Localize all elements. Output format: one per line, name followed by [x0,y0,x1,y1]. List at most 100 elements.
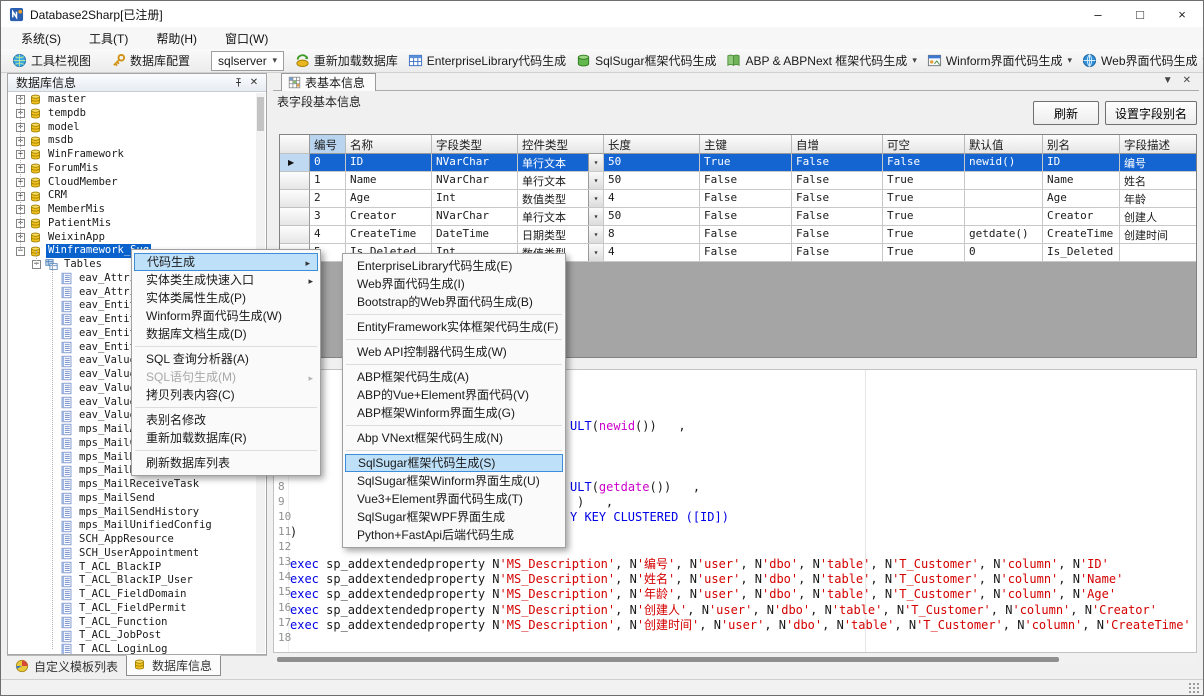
grid-column-header[interactable]: 字段描述 [1120,135,1197,154]
grid-cell[interactable]: False [700,190,792,208]
tree-node[interactable]: mps_MailSend [8,492,256,506]
grid-row[interactable]: 3CreatorNVarChar单行文本▾50FalseFalseTrueCre… [280,208,1196,226]
grid-cell[interactable]: 4 [604,190,700,208]
menubar-item-2[interactable]: 帮助(H) [142,27,211,50]
code-gen-submenu-item-8[interactable]: ABP框架代码生成(A) [343,368,565,386]
grid-cell[interactable]: 数值类型▾ [518,190,604,208]
tree-node[interactable]: +CloudMember [8,176,256,190]
code-gen-submenu-item-10[interactable]: ABP框架Winform界面生成(G) [343,404,565,422]
grid-cell[interactable] [1120,244,1197,262]
grid-cell[interactable]: NVarChar [432,172,518,190]
grid-cell[interactable]: 0 [965,244,1043,262]
grid-cell[interactable]: False [700,208,792,226]
tree-node[interactable]: +model [8,121,256,135]
tree-node[interactable]: +WinFramework [8,148,256,162]
grid-cell[interactable]: False [792,154,883,172]
grid-row[interactable]: 2AgeInt数值类型▾4FalseFalseTrueAge年龄 [280,190,1196,208]
grid-row[interactable]: 1NameNVarChar单行文本▾50FalseFalseTrueName姓名 [280,172,1196,190]
grid-cell[interactable]: Int [432,190,518,208]
combobox-dropdown-icon[interactable]: ▾ [588,208,603,225]
code-gen-submenu-item-17[interactable]: SqlSugar框架WPF界面生成 [343,508,565,526]
grid-cell[interactable]: 创建时间 [1120,226,1197,244]
grid-cell[interactable] [965,190,1043,208]
grid-cell[interactable]: Name [346,172,432,190]
context-menu-item-1[interactable]: 实体类生成快速入口▸ [132,271,320,289]
toolbar-button-web-codegen[interactable]: Web界面代码生成▾ [1077,50,1204,72]
grid-cell[interactable]: 8 [604,226,700,244]
grid-cell[interactable]: NVarChar [432,154,518,172]
grid-cell[interactable]: True [883,244,965,262]
grid-cell[interactable]: Creator [1043,208,1120,226]
combobox-dropdown-icon[interactable]: ▾ [588,226,603,243]
grid-row[interactable]: ▶0IDNVarChar单行文本▾50TrueFalseFalsenewid()… [280,154,1196,172]
grid-cell[interactable]: 3 [310,208,346,226]
menubar-item-1[interactable]: 工具(T) [75,27,142,50]
toolbar-button-db-config[interactable]: 数据库配置 [106,50,195,72]
tree-node[interactable]: T_ACL_LoginLog [8,643,256,654]
grid-cell[interactable]: 50 [604,208,700,226]
tree-node[interactable]: mps_MailSendHistory [8,506,256,520]
grid-cell[interactable]: False [792,208,883,226]
grid-cell[interactable]: True [700,154,792,172]
refresh-button[interactable]: 刷新 [1033,101,1099,125]
context-menu-item-4[interactable]: 数据库文档生成(D) [132,325,320,343]
grid-cell[interactable]: CreateTime [346,226,432,244]
grid-cell[interactable]: 创建人 [1120,208,1197,226]
set-field-alias-button[interactable]: 设置字段别名 [1105,101,1197,125]
context-menu-item-8[interactable]: 拷贝列表内容(C) [132,386,320,404]
tree-node[interactable]: +master [8,93,256,107]
tree-node[interactable]: T_ACL_BlackIP_User [8,574,256,588]
context-menu-item-0[interactable]: 代码生成▸ [134,253,318,271]
grid-cell[interactable]: Name [1043,172,1120,190]
tree-node[interactable]: T_ACL_FieldPermit [8,602,256,616]
code-gen-submenu-item-18[interactable]: Python+FastApi后端代码生成 [343,526,565,544]
grid-row-header[interactable] [280,208,310,226]
combobox-dropdown-icon[interactable]: ▾ [588,244,603,261]
resize-grip[interactable] [1187,681,1200,694]
grid-cell[interactable]: newid() [965,154,1043,172]
grid-cell[interactable]: DateTime [432,226,518,244]
grid-cell[interactable]: CreateTime [1043,226,1120,244]
code-gen-submenu-item-9[interactable]: ABP的Vue+Element界面代码(V) [343,386,565,404]
context-menu-item-6[interactable]: SQL 查询分析器(A) [132,350,320,368]
tab-table-basic-info[interactable]: 表基本信息 [281,73,376,91]
grid-cell[interactable]: getdate() [965,226,1043,244]
code-gen-submenu-item-15[interactable]: SqlSugar框架Winform界面生成(U) [343,472,565,490]
grid-cell[interactable]: False [700,244,792,262]
grid-column-header[interactable]: 别名 [1043,135,1120,154]
tree-node[interactable]: SCH_AppResource [8,533,256,547]
context-menu-item-2[interactable]: 实体类属性生成(P) [132,289,320,307]
tree-node[interactable]: mps_MailReceiveTask [8,478,256,492]
grid-cell[interactable]: True [883,226,965,244]
grid-column-header[interactable]: 自增 [792,135,883,154]
sql-hscrollbar[interactable] [273,654,1197,665]
context-menu-item-11[interactable]: 重新加载数据库(R) [132,429,320,447]
maximize-button[interactable]: □ [1119,1,1161,27]
grid-row[interactable]: 4CreateTimeDateTime日期类型▾8FalseFalseTrueg… [280,226,1196,244]
dock-tab-inactive[interactable]: 自定义模板列表 [9,656,126,677]
context-menu-item-10[interactable]: 表别名修改 [132,411,320,429]
code-gen-submenu-item-2[interactable]: Bootstrap的Web界面代码生成(B) [343,293,565,311]
grid-cell[interactable]: 0 [310,154,346,172]
grid-column-header[interactable]: 默认值 [965,135,1043,154]
tree-scrollbar-thumb[interactable] [257,97,264,131]
tree-node[interactable]: +PatientMis [8,217,256,231]
tab-list-dropdown-icon[interactable]: ▼ [1163,75,1173,86]
grid-column-header[interactable]: 编号 [310,135,346,154]
close-button[interactable]: × [1161,1,1203,27]
tree-node[interactable]: +CRM [8,189,256,203]
code-gen-submenu-item-12[interactable]: Abp VNext框架代码生成(N) [343,429,565,447]
sql-hscrollbar-thumb[interactable] [277,657,1059,662]
grid-column-header[interactable]: 长度 [604,135,700,154]
grid-row-header[interactable]: ▶ [280,154,310,172]
tree-node[interactable]: +tempdb [8,107,256,121]
grid-cell[interactable]: 单行文本▾ [518,154,604,172]
grid-cell[interactable]: True [883,172,965,190]
tree-node[interactable]: T_ACL_Function [8,616,256,630]
toolbar-button-enterpriselibrary-codegen[interactable]: EnterpriseLibrary代码生成 [403,50,571,72]
tree-node[interactable]: T_ACL_JobPost [8,629,256,643]
grid-cell[interactable]: 2 [310,190,346,208]
toolbar-button-sqlsugar-codegen[interactable]: SqlSugar框架代码生成 [571,50,721,72]
grid-cell[interactable] [965,208,1043,226]
grid-cell[interactable]: 4 [604,244,700,262]
